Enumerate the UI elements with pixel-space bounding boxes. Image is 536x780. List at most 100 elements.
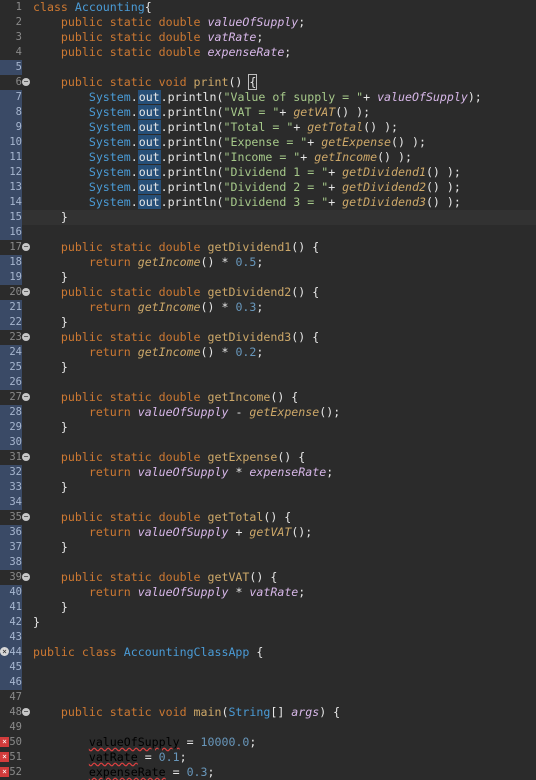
code-line[interactable]: 9 System.out.println("Total = "+ getTota… — [0, 120, 536, 135]
code-line[interactable]: 32 return valueOfSupply * expenseRate; — [0, 465, 536, 480]
fold-toggle-icon[interactable]: − — [22, 243, 30, 251]
line-number: 13 — [0, 180, 22, 195]
code-text: return valueOfSupply - getExpense(); — [33, 405, 340, 420]
line-number: 16 — [0, 225, 22, 240]
code-line[interactable]: 30 — [0, 435, 536, 450]
code-line[interactable]: 17− public static double getDividend1() … — [0, 240, 536, 255]
code-token: public static double — [60, 330, 208, 344]
code-line[interactable]: 2 public static double valueOfSupply; — [0, 15, 536, 30]
code-line[interactable]: 5 — [0, 60, 536, 75]
code-line[interactable]: 38 — [0, 555, 536, 570]
code-token: = — [179, 735, 201, 749]
code-line[interactable]: 33 } — [0, 480, 536, 495]
fold-toggle-icon[interactable]: − — [22, 78, 30, 86]
code-editor[interactable]: 1 class Accounting{2 public static double… — [0, 0, 536, 779]
code-line[interactable]: 29 } — [0, 420, 536, 435]
code-line[interactable]: 27− public static double getIncome() { — [0, 390, 536, 405]
code-line[interactable]: 23− public static double getDividend3() … — [0, 330, 536, 345]
code-token: + — [328, 195, 343, 209]
error-marker-icon[interactable]: × — [0, 752, 9, 762]
code-line[interactable]: 21 return getIncome() * 0.3; — [0, 300, 536, 315]
code-text: public static double expenseRate; — [33, 45, 291, 60]
code-token: + — [293, 120, 308, 134]
code-token: () { — [291, 240, 320, 254]
error-marker-icon[interactable]: × — [0, 737, 9, 747]
code-line[interactable]: 41 } — [0, 600, 536, 615]
code-token: * — [228, 585, 250, 599]
code-token: () ); — [425, 195, 461, 209]
code-line[interactable]: 24 return getIncome() * 0.2; — [0, 345, 536, 360]
code-token: public static double — [60, 510, 208, 524]
code-line[interactable]: 7 System.out.println("Value of supply = … — [0, 90, 536, 105]
code-line[interactable]: 50 × valueOfSupply = 10000.0; — [0, 735, 536, 750]
code-line[interactable]: 51 × vatRate = 0.1; — [0, 750, 536, 765]
fold-toggle-icon[interactable]: − — [22, 708, 30, 716]
fold-toggle-icon[interactable]: − — [22, 453, 30, 461]
code-line[interactable]: 44 × public class AccountingClassApp { — [0, 645, 536, 660]
code-text: public static double valueOfSupply; — [33, 15, 305, 30]
fold-toggle-icon[interactable]: − — [22, 333, 30, 341]
line-number: 42 — [0, 615, 22, 630]
code-line[interactable]: 10 System.out.println("Expense = "+ getE… — [0, 135, 536, 150]
code-line[interactable]: 4 public static double expenseRate; — [0, 45, 536, 60]
code-line[interactable]: 1 class Accounting{ — [0, 0, 536, 15]
code-line[interactable]: 36 return valueOfSupply + getVAT(); — [0, 525, 536, 540]
code-line[interactable]: 19 } — [0, 270, 536, 285]
code-line[interactable]: 31− public static double getExpense() { — [0, 450, 536, 465]
code-line[interactable]: 11 System.out.println("Income = "+ getIn… — [0, 150, 536, 165]
code-line[interactable]: 20− public static double getDividend2() … — [0, 285, 536, 300]
fold-toggle-icon[interactable]: − — [22, 288, 30, 296]
code-line[interactable]: 40 return valueOfSupply * vatRate; — [0, 585, 536, 600]
code-line[interactable]: 15 } — [0, 210, 536, 225]
fold-toggle-icon[interactable]: − — [22, 573, 30, 581]
code-line[interactable]: 35− public static double getTotal() { — [0, 510, 536, 525]
code-token: main — [193, 705, 222, 719]
code-token: getExpense — [249, 405, 320, 419]
line-number: 26 — [0, 375, 22, 390]
code-line[interactable]: 22 } — [0, 315, 536, 330]
code-line[interactable]: 18 return getIncome() * 0.5; — [0, 255, 536, 270]
code-line[interactable]: 25 } — [0, 360, 536, 375]
code-token: valueOfSupply — [137, 465, 229, 479]
code-line[interactable]: 13 System.out.println("Dividend 2 = "+ g… — [0, 180, 536, 195]
code-line[interactable]: 14 System.out.println("Dividend 3 = "+ g… — [0, 195, 536, 210]
line-number: 12 — [0, 165, 22, 180]
code-line[interactable]: 37 } — [0, 540, 536, 555]
code-line[interactable]: 42} — [0, 615, 536, 630]
code-line[interactable]: 12 System.out.println("Dividend 1 = "+ g… — [0, 165, 536, 180]
line-number: 4 — [15, 46, 22, 58]
code-line[interactable]: 6− public static void print() { — [0, 74, 536, 90]
code-token: ) { — [319, 705, 341, 719]
code-token: System — [88, 195, 131, 209]
fold-toggle-icon[interactable]: − — [22, 393, 30, 401]
problem-marker-icon[interactable]: × — [0, 647, 9, 656]
code-token: * — [228, 465, 250, 479]
code-token: out — [137, 105, 161, 119]
code-token: expenseRate — [249, 465, 327, 479]
fold-toggle-icon[interactable]: − — [22, 513, 30, 521]
code-token: System — [88, 90, 131, 104]
code-token: "Total = " — [223, 120, 294, 134]
code-line[interactable]: 26 — [0, 375, 536, 390]
error-marker-icon[interactable]: × — [0, 767, 9, 777]
code-line[interactable]: 34 — [0, 495, 536, 510]
code-line[interactable]: 3 public static double vatRate; — [0, 30, 536, 45]
code-token: System — [88, 150, 131, 164]
code-line[interactable]: 47 — [0, 690, 536, 705]
code-line[interactable]: 49 — [0, 720, 536, 735]
code-token: { — [144, 0, 152, 14]
code-token: return — [88, 255, 138, 269]
code-line[interactable]: 8 System.out.println("VAT = "+ getVAT() … — [0, 105, 536, 120]
code-token: () { — [263, 510, 292, 524]
code-token: () * — [200, 300, 236, 314]
code-line[interactable]: 16 — [0, 225, 536, 240]
code-line[interactable]: 48− public static void main(String[] arg… — [0, 705, 536, 720]
code-token: } — [33, 270, 68, 284]
code-line[interactable]: 45 — [0, 660, 536, 675]
code-line[interactable]: 43 — [0, 630, 536, 645]
code-line[interactable]: 28 return valueOfSupply - getExpense(); — [0, 405, 536, 420]
code-line[interactable]: 46 — [0, 675, 536, 690]
code-line[interactable]: 39− public static double getVAT() { — [0, 570, 536, 585]
